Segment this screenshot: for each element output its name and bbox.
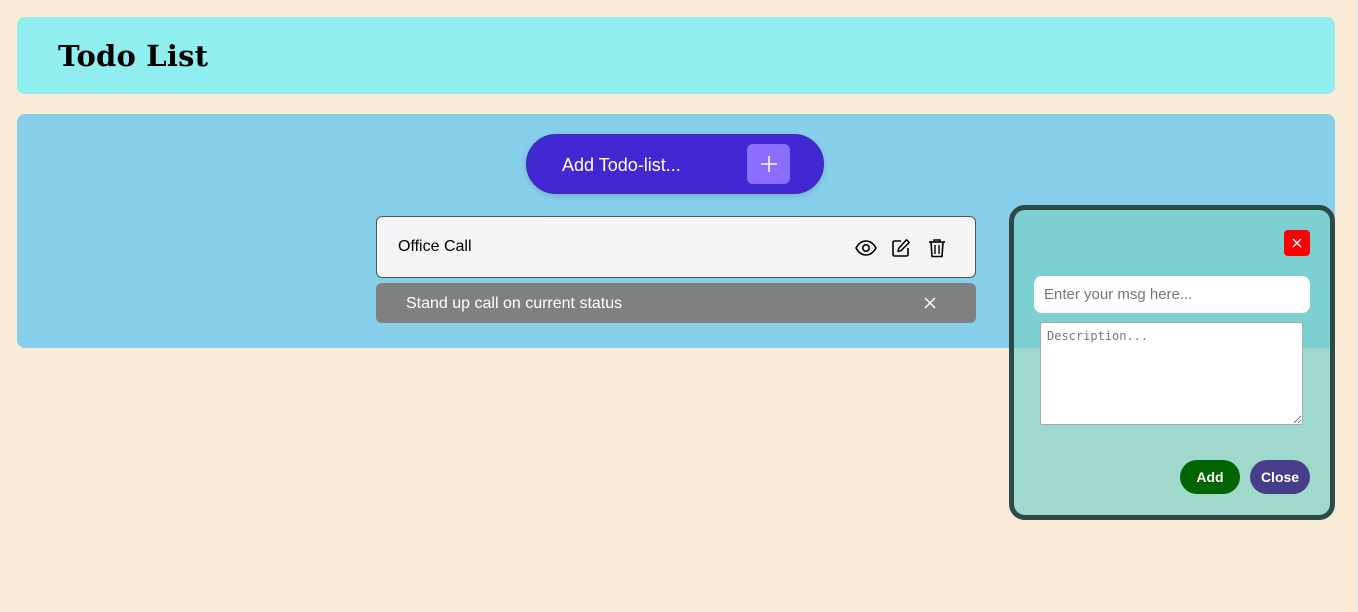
todo-description-bar: Stand up call on current status [376,283,976,323]
edit-icon[interactable] [889,236,913,260]
add-todo-modal: Add Close [1009,205,1335,520]
modal-close-icon[interactable] [1284,230,1310,256]
description-textarea[interactable] [1040,322,1303,425]
trash-icon[interactable] [925,236,949,260]
close-icon[interactable] [922,295,938,311]
modal-close-button[interactable]: Close [1250,460,1310,494]
todo-item: Office Call [376,216,976,278]
todo-title: Office Call [398,238,472,255]
plus-icon[interactable] [747,144,790,184]
modal-add-button[interactable]: Add [1180,460,1240,494]
add-todo-label: Add Todo-list... [562,155,681,175]
header-bar: Todo List [17,17,1335,94]
msg-input[interactable] [1034,276,1310,313]
eye-icon[interactable] [854,236,878,260]
add-todo-button[interactable]: Add Todo-list... [526,134,824,194]
page-title: Todo List [58,39,209,73]
todo-description: Stand up call on current status [406,295,623,312]
